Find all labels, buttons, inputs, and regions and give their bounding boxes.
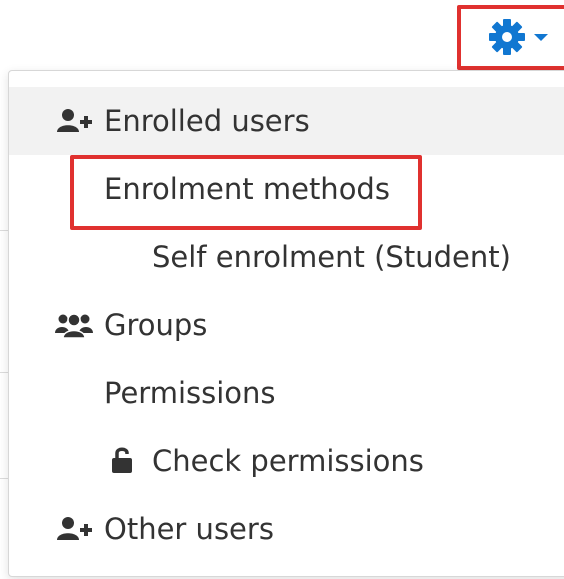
users-icon: [54, 310, 94, 340]
caret-down-icon: [534, 33, 548, 41]
menu-item-label: Check permissions: [152, 444, 424, 478]
course-admin-dropdown: Enrolled users Enrolment methods Self en…: [8, 70, 564, 577]
menu-item-other-users[interactable]: Other users: [9, 495, 564, 563]
gear-icon: [488, 18, 526, 56]
add-user-icon: [54, 106, 94, 136]
menu-item-groups[interactable]: Groups: [9, 291, 564, 359]
menu-item-label: Enrolment methods: [104, 172, 390, 206]
settings-menu-button[interactable]: [462, 8, 564, 66]
menu-item-enrolled-users[interactable]: Enrolled users: [9, 87, 564, 155]
page: Enrolled users Enrolment methods Self en…: [0, 0, 564, 579]
background-divider: [0, 372, 8, 373]
menu-item-label: Groups: [104, 308, 208, 342]
menu-item-label: Permissions: [104, 376, 276, 410]
menu-item-label: Self enrolment (Student): [152, 240, 511, 274]
background-divider: [0, 230, 8, 231]
menu-item-check-permissions[interactable]: Check permissions: [9, 427, 564, 495]
menu-item-self-enrolment[interactable]: Self enrolment (Student): [9, 223, 564, 291]
menu-item-permissions[interactable]: Permissions: [9, 359, 564, 427]
menu-item-enrolment-methods[interactable]: Enrolment methods: [9, 155, 564, 223]
menu-item-label: Enrolled users: [104, 104, 310, 138]
add-user-icon: [54, 514, 94, 544]
menu-item-label: Other users: [104, 512, 274, 546]
unlock-icon: [104, 446, 142, 476]
background-divider: [0, 478, 8, 479]
